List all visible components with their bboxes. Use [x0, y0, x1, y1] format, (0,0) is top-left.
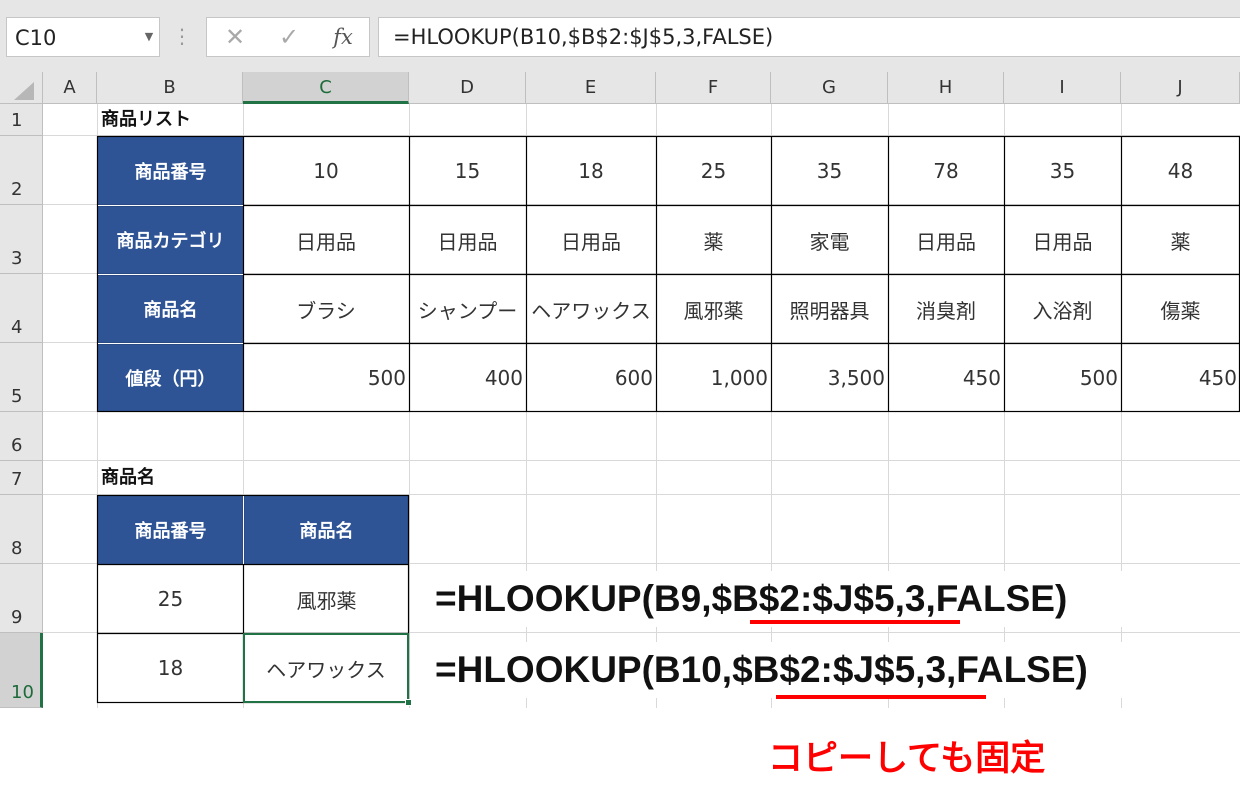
cell-c9[interactable]: 風邪薬: [244, 565, 409, 633]
fill-handle[interactable]: [405, 699, 412, 706]
lookup-header-id: 商品番号: [134, 521, 207, 542]
cell-b9[interactable]: 25: [98, 565, 243, 633]
lookup-header-name: 商品名: [299, 521, 354, 542]
annotation-formula-row9: =HLOOKUP(B9,$B$2:$J$5,3,FALSE): [425, 571, 1205, 627]
caption-area: [0, 708, 1240, 805]
annotation-note: コピーしても固定: [768, 739, 1046, 779]
underline-row9: [750, 620, 960, 624]
cell-c10-selected[interactable]: ヘアワックス: [243, 633, 409, 703]
cell-b10[interactable]: 18: [98, 634, 243, 702]
underline-row10: [776, 695, 986, 699]
annotation-formula-row10: =HLOOKUP(B10,$B$2:$J$5,3,FALSE): [425, 642, 1225, 698]
